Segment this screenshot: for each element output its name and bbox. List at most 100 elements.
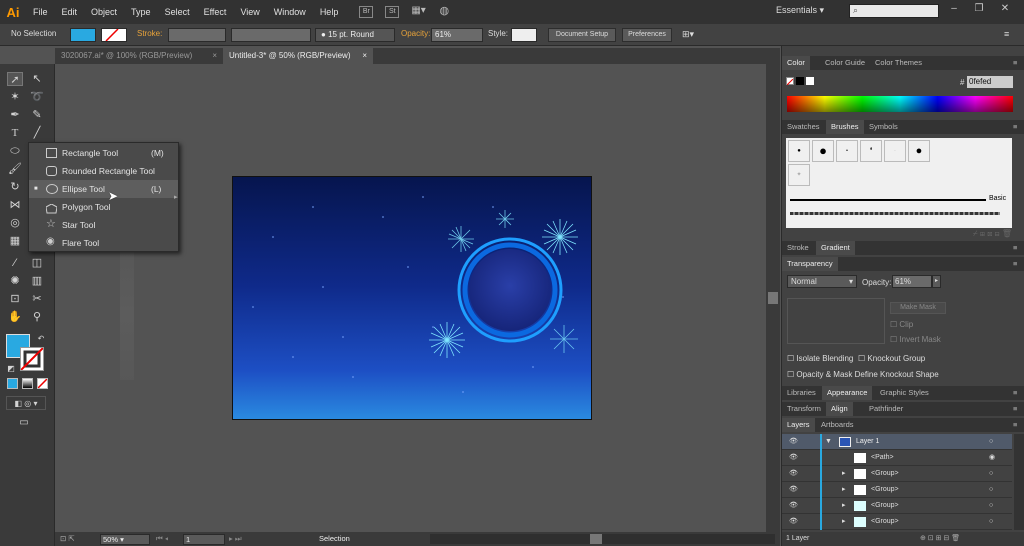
stroke-weight-field[interactable]: [168, 28, 226, 42]
layers-footer-icons[interactable]: ⊕ ⊡ ⊞ ⊟ 🗑: [920, 532, 960, 546]
opacity-field[interactable]: 61%: [431, 28, 483, 42]
vertical-scrollbar[interactable]: [766, 64, 780, 532]
rotate-tool-icon[interactable]: ↻: [7, 180, 23, 194]
perspective-grid-tool-icon[interactable]: ▦: [7, 234, 23, 248]
eyedropper-tool-icon[interactable]: ⁄: [7, 256, 23, 270]
tab-gradient[interactable]: Gradient: [816, 241, 855, 255]
hex-input[interactable]: 0fefed: [967, 76, 1013, 88]
brush-swatch[interactable]: ·: [884, 140, 906, 162]
invert-mask-checkbox[interactable]: ☐ Invert Mask: [890, 335, 941, 344]
menu-edit[interactable]: Edit: [55, 0, 85, 24]
bridge-icon[interactable]: Br: [359, 6, 374, 18]
pen-tool-icon[interactable]: ✒: [7, 108, 23, 122]
direct-selection-tool-icon[interactable]: ↖: [29, 72, 45, 86]
tearoff-arrow-icon[interactable]: ▸: [174, 193, 178, 201]
opacity-input[interactable]: 61%: [892, 275, 932, 288]
panel-menu-icon[interactable]: ≡: [1008, 56, 1022, 70]
graphic-style-picker[interactable]: [511, 28, 537, 42]
artboard-tool-icon[interactable]: ⊡: [7, 292, 23, 306]
hand-tool-icon[interactable]: ✋: [7, 310, 23, 324]
gradient-mode-button[interactable]: [22, 378, 33, 389]
width-tool-icon[interactable]: ⋈: [7, 198, 23, 212]
knockout-group-checkbox[interactable]: ☐ Knockout Group: [858, 354, 925, 363]
ellipse-tool-item[interactable]: ■ Ellipse Tool (L): [29, 180, 178, 198]
make-mask-button[interactable]: Make Mask: [890, 302, 946, 314]
tab-align[interactable]: Align: [826, 402, 853, 416]
close-button[interactable]: ✕: [996, 3, 1014, 19]
zoom-tool-icon[interactable]: ⚲: [29, 310, 45, 324]
stroke-label[interactable]: Stroke:: [137, 29, 162, 38]
artistic-brush-stroke[interactable]: [790, 212, 1000, 215]
brush-swatch[interactable]: •: [836, 140, 858, 162]
variable-width-profile[interactable]: [231, 28, 311, 42]
scroll-thumb[interactable]: [590, 534, 602, 544]
tab-layers[interactable]: Layers: [782, 418, 815, 432]
blend-tool-icon[interactable]: ◫: [29, 256, 45, 270]
help-search-input[interactable]: ⌕: [849, 4, 939, 18]
basic-brush-stroke[interactable]: [790, 199, 986, 201]
lasso-tool-icon[interactable]: ➰: [29, 90, 45, 104]
tab-graphic-styles[interactable]: Graphic Styles: [875, 386, 934, 400]
stock-icon[interactable]: St: [385, 6, 400, 18]
stroke-swatch[interactable]: [20, 347, 44, 371]
layers-scrollbar[interactable]: [1014, 434, 1024, 530]
slice-tool-icon[interactable]: ✂: [29, 292, 45, 306]
layer-row[interactable]: 👁 ▸ <Group> ○: [782, 498, 1012, 514]
default-colors-icon[interactable]: ◩: [3, 362, 19, 376]
none-mode-button[interactable]: [37, 378, 48, 389]
document-setup-button[interactable]: Document Setup: [548, 28, 616, 42]
tab-transform[interactable]: Transform: [782, 402, 826, 416]
tab-libraries[interactable]: Libraries: [782, 386, 821, 400]
artboard-nav-icon[interactable]: ⊡ ⇱: [60, 534, 75, 543]
layer-row[interactable]: 👁 ▸ <Group> ○: [782, 482, 1012, 498]
brushes-grid[interactable]: ● ● • ❛ · ● ✦ Basic: [786, 138, 1012, 228]
artboard-number-field[interactable]: 1: [183, 534, 225, 545]
tab-appearance[interactable]: Appearance: [822, 386, 873, 400]
artboard[interactable]: [232, 176, 592, 420]
column-graph-tool-icon[interactable]: ▥: [29, 274, 45, 288]
white-swatch[interactable]: [806, 77, 814, 85]
ellipse-tool-icon[interactable]: ⬭: [7, 144, 23, 158]
brush-definition[interactable]: ● 15 pt. Round: [315, 28, 395, 42]
magic-wand-tool-icon[interactable]: ✶: [7, 90, 23, 104]
preferences-button[interactable]: Preferences: [622, 28, 672, 42]
gpu-performance-icon[interactable]: ◍: [437, 6, 451, 18]
rectangle-tool-item[interactable]: Rectangle Tool (M): [29, 144, 178, 162]
control-bar-menu-icon[interactable]: ≡: [1004, 29, 1009, 39]
menu-help[interactable]: Help: [313, 0, 346, 24]
brush-panel-footer-icons[interactable]: ⌿ ⊞ ⊠ ⊟ 🗑: [786, 229, 1012, 239]
opacity-slider-button[interactable]: ▸: [932, 275, 941, 288]
tab-swatches[interactable]: Swatches: [782, 120, 825, 134]
brush-swatch[interactable]: ●: [812, 140, 834, 162]
opacity-mask-checkbox[interactable]: ☐ Opacity & Mask Define Knockout Shape: [787, 370, 939, 379]
tab-pathfinder[interactable]: Pathfinder: [864, 402, 908, 416]
line-segment-tool-icon[interactable]: ╱: [29, 126, 45, 140]
menu-select[interactable]: Select: [158, 0, 197, 24]
stroke-color-swatch[interactable]: [101, 28, 127, 42]
close-tab-icon[interactable]: ×: [212, 48, 217, 64]
tab-color[interactable]: Color: [782, 56, 810, 70]
workspace-switcher[interactable]: Essentials ▾: [776, 5, 824, 16]
arrange-documents-icon[interactable]: ▦▾: [411, 6, 425, 18]
horizontal-scrollbar[interactable]: [430, 534, 775, 544]
curvature-tool-icon[interactable]: ✎: [29, 108, 45, 122]
tab-color-themes[interactable]: Color Themes: [870, 56, 927, 70]
tab-color-guide[interactable]: Color Guide: [820, 56, 870, 70]
brush-swatch[interactable]: ✦: [788, 164, 810, 186]
rounded-rectangle-tool-item[interactable]: Rounded Rectangle Tool: [29, 162, 178, 180]
black-swatch[interactable]: [796, 77, 804, 85]
polygon-tool-item[interactable]: Polygon Tool: [29, 198, 178, 216]
tab-brushes[interactable]: Brushes: [826, 120, 864, 134]
menu-view[interactable]: View: [233, 0, 266, 24]
tab-transparency[interactable]: Transparency: [782, 257, 838, 271]
layer-row[interactable]: 👁 ▸ <Group> ○: [782, 514, 1012, 530]
zoom-field[interactable]: 50% ▾: [100, 534, 150, 545]
blend-mode-select[interactable]: Normal ▾: [787, 275, 857, 288]
panel-menu-icon[interactable]: ≡: [1008, 120, 1022, 134]
menu-window[interactable]: Window: [267, 0, 313, 24]
symbol-sprayer-tool-icon[interactable]: ✺: [7, 274, 23, 288]
swap-colors-icon[interactable]: ↶: [33, 332, 49, 346]
panel-menu-icon[interactable]: ≡: [1008, 241, 1022, 255]
panel-menu-icon[interactable]: ≡: [1008, 257, 1022, 271]
color-mode-button[interactable]: [7, 378, 18, 389]
